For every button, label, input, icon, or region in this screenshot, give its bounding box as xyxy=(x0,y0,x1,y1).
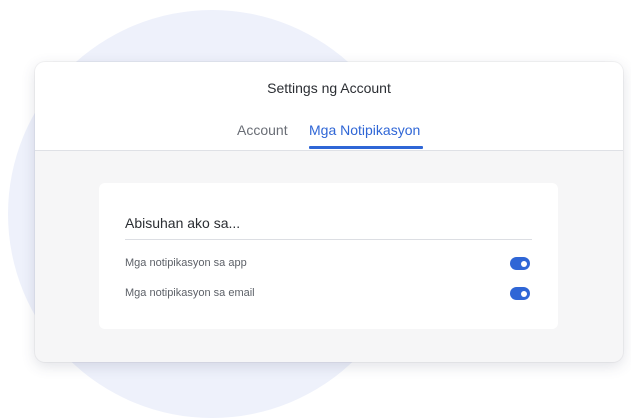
toggle-knob xyxy=(521,260,527,267)
tab-bar: Account Mga Notipikasyon xyxy=(35,122,623,150)
modal-header: Settings ng Account Account Mga Notipika… xyxy=(35,62,623,151)
toggle-knob xyxy=(521,290,527,297)
email-notifications-toggle[interactable] xyxy=(510,287,530,300)
tab-account[interactable]: Account xyxy=(237,122,288,138)
account-settings-modal: Settings ng Account Account Mga Notipika… xyxy=(35,62,623,362)
email-notifications-row: Mga notipikasyon sa email xyxy=(125,284,532,304)
tab-notifications[interactable]: Mga Notipikasyon xyxy=(309,122,420,138)
notify-me-heading: Abisuhan ako sa... xyxy=(125,215,241,231)
notification-settings-card: Abisuhan ako sa... Mga notipikasyon sa a… xyxy=(99,183,558,329)
app-notifications-toggle[interactable] xyxy=(510,257,530,270)
active-tab-indicator xyxy=(309,146,423,149)
app-notifications-label: Mga notipikasyon sa app xyxy=(125,257,247,269)
divider xyxy=(125,239,532,240)
email-notifications-label: Mga notipikasyon sa email xyxy=(125,287,255,299)
app-notifications-row: Mga notipikasyon sa app xyxy=(125,254,532,274)
modal-title: Settings ng Account xyxy=(267,80,391,96)
